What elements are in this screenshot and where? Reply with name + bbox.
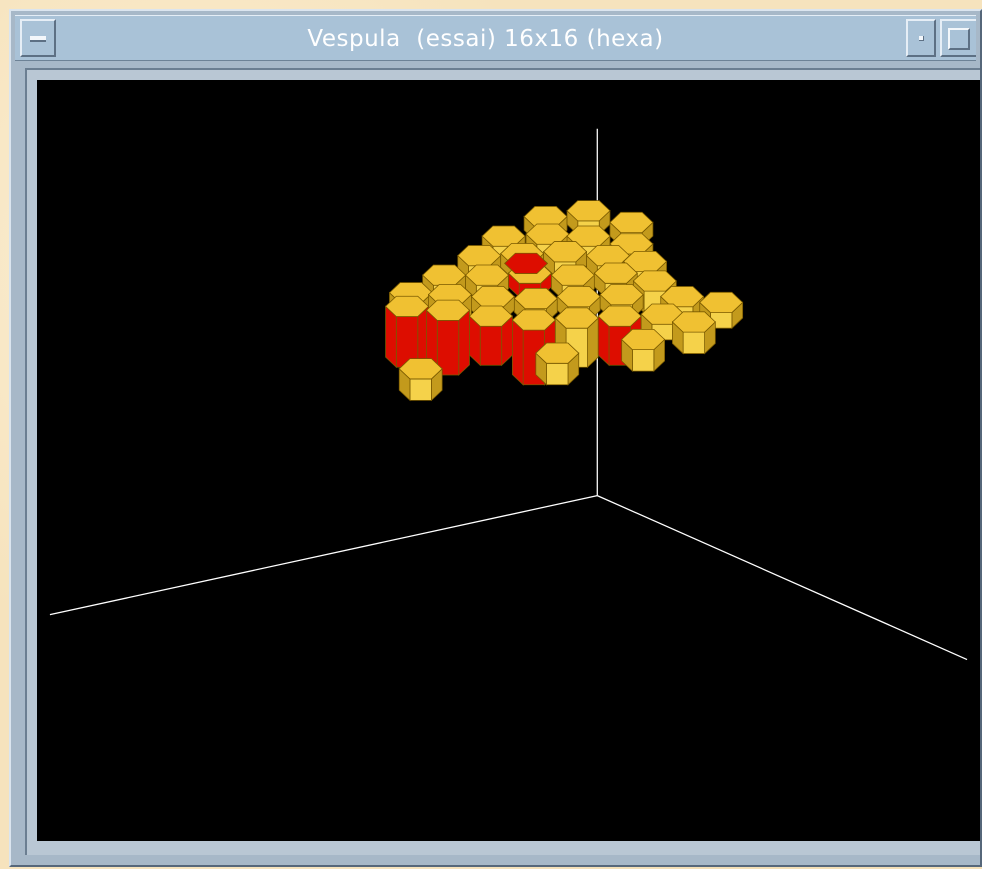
window-title: Vespula (essai) 16x16 (hexa) [307,26,664,52]
comb-scene [49,128,968,661]
cell-wall [479,325,503,366]
cell-wall [546,362,569,386]
app-window: Vespula (essai) 16x16 (hexa) [9,9,982,867]
hex-comb [385,200,744,402]
cell-wall [632,349,655,372]
cell-wall [409,378,432,401]
y-axis [597,495,968,661]
x-axis [49,495,598,616]
cell-wall [682,331,705,354]
axes [49,128,968,661]
3d-viewport[interactable] [37,80,980,841]
window-menu-button[interactable] [20,19,56,57]
cell-wall [512,319,524,386]
minimize-icon [919,36,924,41]
client-frame [25,68,980,855]
maximize-icon [948,28,970,50]
cell-wall [458,309,470,376]
window-menu-icon [30,36,46,42]
minimize-button[interactable] [906,19,936,57]
title-bar[interactable]: Vespula (essai) 16x16 (hexa) [15,15,976,61]
maximize-button[interactable] [940,19,976,57]
